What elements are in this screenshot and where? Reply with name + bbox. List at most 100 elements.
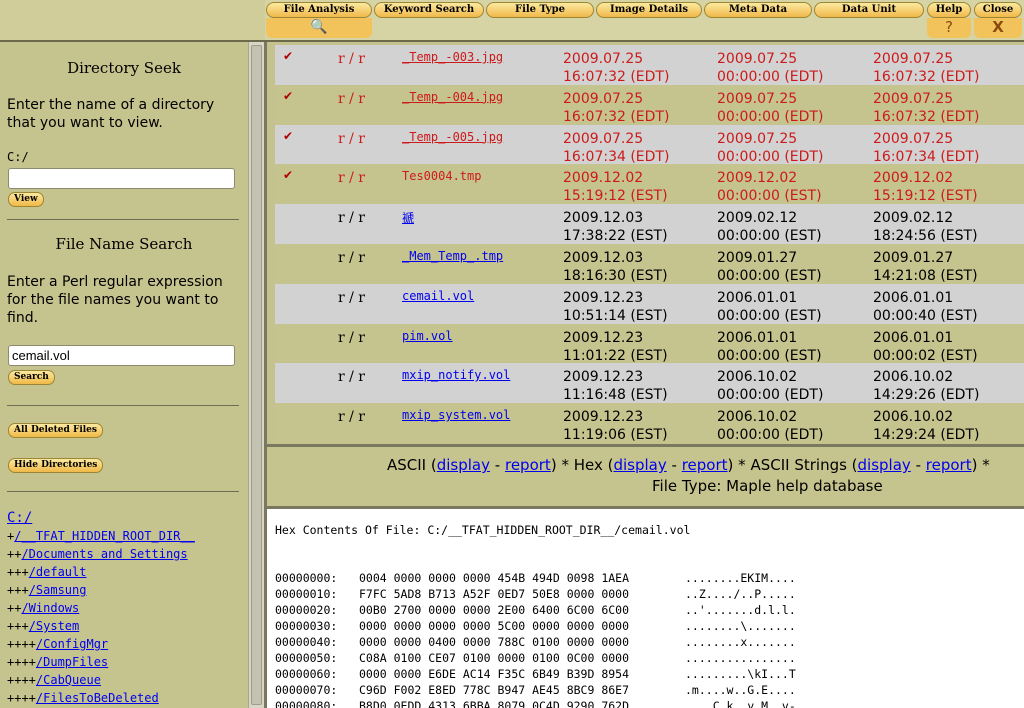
file-name-link[interactable]: _Temp_-005.jpg <box>402 130 503 144</box>
tree-item-link[interactable]: /ConfigMgr <box>36 637 108 651</box>
changed-time-clock: 14:29:24 (EDT) <box>873 427 980 444</box>
changed-time: 2006.10.02 14:29:24 (EDT) <box>873 408 979 444</box>
file-name-link[interactable]: pim.vol <box>402 329 453 343</box>
hex-content-view: Hex Contents Of File: C:/__TFAT_HIDDEN_R… <box>267 512 1024 708</box>
file-row[interactable]: ✔ r / r Tes0004.tmp 2009.12.02 15:19:12 (EST… <box>275 164 1024 205</box>
file-name-search-input[interactable] <box>8 345 235 366</box>
hex-ascii: .m....w..G.E.... <box>685 683 796 697</box>
tab-file-analysis[interactable]: File Analysis <box>266 2 372 18</box>
tab-close[interactable]: Close <box>974 2 1022 18</box>
directory-tree: C:/+/__TFAT_HIDDEN_ROOT_DIR__ ++/Document… <box>7 509 247 707</box>
file-name-link[interactable]: mxip_system.vol <box>402 408 510 422</box>
accessed-time-clock: 00:00:00 (EST) <box>717 228 822 245</box>
accessed-time-clock: 00:00:00 (EDT) <box>717 108 824 125</box>
tree-item-link[interactable]: /DumpFiles <box>36 655 108 669</box>
changed-time: 2009.07.25 16:07:32 (EDT) <box>873 50 979 86</box>
accessed-time-clock: 00:00:00 (EST) <box>717 347 822 364</box>
left-panel: Directory Seek Enter the name of a direc… <box>0 42 248 708</box>
view-button[interactable]: View <box>8 192 44 207</box>
written-time-clock: 11:01:22 (EST) <box>563 347 668 364</box>
ascii-report-link[interactable]: report <box>505 456 551 474</box>
file-name-link[interactable]: 褫 <box>402 209 414 226</box>
file-row[interactable]: ✔ r / r _Temp_-005.jpg 2009.07.25 16:07:34 (… <box>275 124 1024 165</box>
tab-data-unit[interactable]: Data Unit <box>814 2 924 18</box>
changed-time-clock: 18:24:56 (EST) <box>873 228 978 245</box>
written-time-date: 2009.07.25 <box>563 51 644 67</box>
hex-ascii: ................ <box>685 651 796 665</box>
file-permissions: r / r <box>338 130 366 147</box>
magnifier-icon[interactable]: 🔍 <box>266 18 372 38</box>
tree-item-link[interactable]: /Windows <box>21 601 79 615</box>
tab-file-type[interactable]: File Type <box>486 2 594 18</box>
strings-report-link[interactable]: report <box>926 456 972 474</box>
tree-item-link[interactable]: /CabQueue <box>36 673 101 687</box>
file-name-link[interactable]: _Mem_Temp_.tmp <box>402 249 503 263</box>
changed-time-date: 2009.12.02 <box>873 170 954 187</box>
file-permissions: r / r <box>338 369 366 386</box>
accessed-time-clock: 00:00:00 (EDT) <box>717 427 824 444</box>
hex-bytes: F7FC 5AD8 B713 A52F 0ED7 50E8 0000 0000 <box>359 587 630 601</box>
changed-time-date: 2009.07.25 <box>873 90 954 107</box>
tab-image-details[interactable]: Image Details <box>596 2 702 18</box>
hex-report-link[interactable]: report <box>682 456 728 474</box>
help-icon[interactable]: ? <box>927 18 971 38</box>
directory-seek-path: C:/ <box>7 150 29 164</box>
file-row[interactable]: r / r mxip_system.vol 2009.12.23 11:19:06 (… <box>275 403 1024 444</box>
file-permissions: r / r <box>338 329 366 346</box>
file-row[interactable]: r / r pim.vol 2009.12.23 11:01:22 (EST) 2006… <box>275 323 1024 364</box>
hex-bytes: 0000 0000 E6DE AC14 F35C 6B49 B39D 8954 <box>359 667 630 681</box>
accessed-time-clock: 00:00:00 (EDT) <box>717 387 824 404</box>
accessed-time-clock: 00:00:00 (EDT) <box>717 148 824 165</box>
file-row[interactable]: r / r cemail.vol 2009.12.23 10:51:14 (EST) 2… <box>275 283 1024 325</box>
directory-seek-description: Enter the name of a directory that you w… <box>7 97 215 131</box>
hex-ascii: ....C.k..y.M..v- <box>685 699 796 708</box>
written-time-clock: 16:07:32 (EDT) <box>563 69 670 85</box>
file-row[interactable]: ✔ r / r _Temp_-003.jpg 2009.07.25 16:07:32 (… <box>275 45 1024 85</box>
hex-offset: 00000040: <box>275 635 338 649</box>
tree-item-link[interactable]: /FilesToBeDeleted <box>36 691 159 705</box>
tab-help[interactable]: Help <box>927 2 971 18</box>
tree-prefix: ++++ <box>7 691 36 705</box>
hex-bytes: 0000 0000 0400 0000 788C 0100 0000 0000 <box>359 635 630 649</box>
accessed-time-date: 2009.07.25 <box>717 130 798 147</box>
tree-item-link[interactable]: /System <box>29 619 80 633</box>
hex-bytes: 0004 0000 0000 0000 454B 494D 0098 1AEA <box>359 571 630 585</box>
file-name-link[interactable]: _Temp_-004.jpg <box>402 90 503 104</box>
tree-item-link[interactable]: /Samsung <box>29 583 87 597</box>
divider <box>7 219 239 220</box>
tree-item-link[interactable]: /Documents and Settings <box>21 547 187 561</box>
file-name-link[interactable]: mxip_notify.vol <box>402 368 510 382</box>
strings-display-link[interactable]: display <box>858 456 911 474</box>
changed-time-date: 2009.07.25 <box>873 130 954 147</box>
all-deleted-files-button[interactable]: All Deleted Files <box>8 423 103 438</box>
file-row[interactable]: r / r mxip_notify.vol 2009.12.23 11:16:48 (… <box>275 363 1024 404</box>
ascii-display-link[interactable]: display <box>437 456 490 474</box>
file-row[interactable]: ✔ r / r _Temp_-004.jpg 2009.07.25 16:07:32 (… <box>275 84 1024 126</box>
file-row[interactable]: r / r _Mem_Temp_.tmp 2009.12.03 18:16:30 (E… <box>275 244 1024 284</box>
tab-keyword-search[interactable]: Keyword Search <box>374 2 484 18</box>
divider <box>7 405 239 406</box>
file-list: ✔ r / r _Temp_-003.jpg 2009.07.25 16:07:32 (… <box>267 42 1024 444</box>
search-button[interactable]: Search <box>8 370 55 385</box>
file-row[interactable]: r / r 褫 2009.12.03 17:38:22 (EST) 2009.02.12… <box>275 204 1024 245</box>
file-permissions: r / r <box>338 210 366 227</box>
written-time-clock: 16:07:34 (EDT) <box>563 148 670 165</box>
written-time: 2009.12.23 10:51:14 (EST) <box>563 289 668 325</box>
directory-input[interactable] <box>8 168 235 189</box>
tree-item-link[interactable]: /default <box>29 565 87 579</box>
close-icon[interactable]: X <box>974 18 1022 38</box>
hide-directories-button[interactable]: Hide Directories <box>8 458 104 473</box>
tree-item-link[interactable]: C:/ <box>7 510 32 526</box>
left-panel-scrollbar[interactable] <box>248 42 264 708</box>
content-mode-bar: ASCII (display - report) * Hex (display … <box>267 447 1024 509</box>
written-time: 2009.07.25 16:07:32 (EDT) <box>563 90 669 126</box>
accessed-time-clock: 00:00:00 (EST) <box>717 188 822 205</box>
file-type-label: File Type: Maple help database <box>652 477 883 495</box>
file-name-link[interactable]: cemail.vol <box>402 289 474 303</box>
hex-display-link[interactable]: display <box>613 456 666 474</box>
tree-item-link[interactable]: /__TFAT_HIDDEN_ROOT_DIR__ <box>14 529 195 543</box>
changed-time: 2009.12.02 15:19:12 (EST) <box>873 169 978 205</box>
tab-meta-data[interactable]: Meta Data <box>704 2 812 18</box>
file-name-link[interactable]: _Temp_-003.jpg <box>402 50 503 64</box>
scrollbar-thumb[interactable] <box>251 45 262 705</box>
